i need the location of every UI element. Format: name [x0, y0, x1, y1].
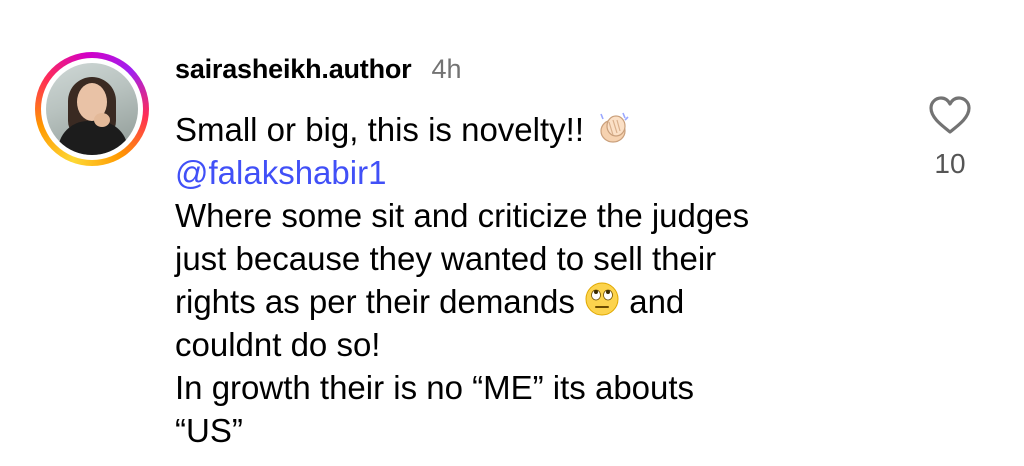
comment-line: Where some sit and criticize the judges	[175, 194, 895, 237]
heart-icon[interactable]	[928, 95, 972, 135]
comment-text: Small or big, this is novelty!! @falaksh…	[175, 108, 895, 452]
comment-text-segment: just because they wanted to sell their	[175, 240, 717, 277]
clapping-hands-icon	[593, 109, 633, 155]
comment-header: sairasheikh.author 4h	[175, 54, 462, 94]
comment-line: just because they wanted to sell their	[175, 237, 895, 280]
comment-line: rights as per their demands and	[175, 280, 895, 323]
like-count[interactable]: 10	[920, 148, 980, 180]
comment-text-segment: and	[629, 283, 685, 320]
comment-text-segment: couldnt do so!	[175, 326, 381, 363]
comment-line: Small or big, this is novelty!!	[175, 108, 895, 151]
comment-line: couldnt do so!	[175, 323, 895, 366]
mention-link[interactable]: @falakshabir1	[175, 154, 386, 191]
rolling-eyes-emoji-icon	[584, 281, 620, 327]
comment-text-segment: In growth their is no “ME” its abouts	[175, 369, 695, 406]
comment-text-segment: rights as per their demands	[175, 283, 575, 320]
comment-text-segment: Where some sit and criticize the judges	[175, 197, 750, 234]
avatar[interactable]	[46, 63, 138, 155]
comment-row: sairasheikh.author 4h Small or big, this…	[0, 0, 1024, 466]
avatar-story-ring[interactable]	[35, 52, 149, 166]
username-link[interactable]: sairasheikh.author	[175, 54, 412, 85]
comment-text-segment: “US”	[175, 412, 243, 449]
comment-timestamp: 4h	[431, 54, 462, 84]
comment-line: @falakshabir1	[175, 151, 895, 194]
comment-line: In growth their is no “ME” its abouts	[175, 366, 895, 409]
comment-text-segment: Small or big, this is novelty!!	[175, 111, 584, 148]
comment-line: “US”	[175, 409, 895, 452]
